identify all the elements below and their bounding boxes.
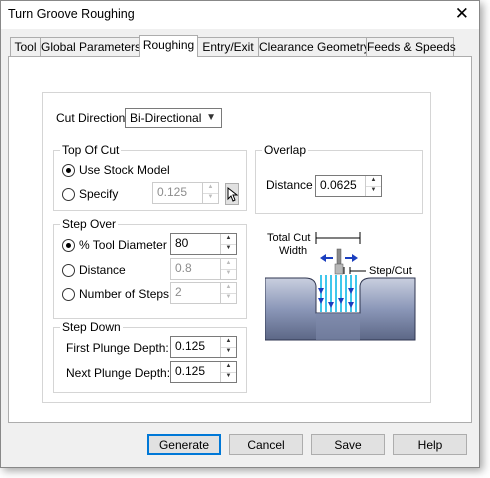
top-of-cut-title: Top Of Cut — [60, 143, 122, 157]
tool-diameter-field[interactable]: 80 ▲ ▼ — [170, 233, 237, 255]
save-button[interactable]: Save — [311, 434, 385, 455]
tab-feeds-speeds[interactable]: Feeds & Speeds — [366, 37, 456, 56]
spin-down-icon[interactable]: ▼ — [203, 193, 218, 203]
spin-down-icon[interactable]: ▼ — [221, 347, 236, 357]
first-plunge-value: 0.125 — [175, 339, 206, 353]
spin-down-icon[interactable]: ▼ — [221, 244, 236, 254]
first-plunge-label: First Plunge Depth: — [66, 341, 169, 355]
overlap-distance-value: 0.0625 — [320, 178, 357, 192]
generate-button[interactable]: Generate — [147, 434, 221, 455]
specify-label: Specify — [79, 187, 119, 201]
distance-label: Distance — [79, 263, 126, 277]
number-of-steps-radio[interactable] — [62, 288, 75, 301]
close-icon[interactable]: ✕ — [455, 4, 469, 24]
tab-entry-exit[interactable]: Entry/Exit — [197, 37, 259, 56]
overlap-title: Overlap — [262, 143, 309, 157]
first-plunge-field[interactable]: 0.125 ▲ ▼ — [170, 336, 237, 358]
distance-field[interactable]: 0.8 ▲ ▼ — [170, 258, 237, 280]
distance-value: 0.8 — [175, 261, 192, 275]
tab-roughing[interactable]: Roughing — [139, 35, 198, 57]
spin-down-icon[interactable]: ▼ — [221, 269, 236, 279]
dialog-window: Turn Groove Roughing ✕ Tool Global Param… — [0, 0, 480, 468]
distance-radio[interactable] — [62, 264, 75, 277]
use-stock-model-label: Use Stock Model — [79, 163, 170, 177]
step-down-group: Step Down First Plunge Depth: 0.125 ▲ ▼ … — [53, 320, 247, 393]
window-title: Turn Groove Roughing — [8, 7, 135, 21]
specify-radio[interactable] — [62, 188, 75, 201]
number-of-steps-field[interactable]: 2 ▲ ▼ — [170, 282, 237, 304]
specify-field[interactable]: 0.125 ▲ ▼ — [152, 182, 219, 204]
spin-down-icon[interactable]: ▼ — [366, 186, 381, 196]
next-plunge-field[interactable]: 0.125 ▲ ▼ — [170, 361, 237, 383]
tool-diameter-label: % Tool Diameter — [79, 238, 167, 252]
groove-illustration — [265, 232, 416, 341]
tool-diameter-value: 80 — [175, 236, 189, 250]
help-button[interactable]: Help — [393, 434, 467, 455]
cut-direction-value: Bi-Directional — [130, 111, 202, 125]
tab-global-parameters[interactable]: Global Parameters — [40, 37, 141, 56]
step-over-group: Step Over % Tool Diameter 80 ▲ ▼ Distanc… — [53, 217, 247, 319]
overlap-distance-field[interactable]: 0.0625 ▲ ▼ — [315, 175, 382, 197]
spin-down-icon[interactable]: ▼ — [221, 372, 236, 382]
tab-clearance-geometry[interactable]: Clearance Geometry — [258, 37, 370, 56]
title-bar: Turn Groove Roughing ✕ — [1, 1, 479, 29]
cut-direction-label: Cut Direction: — [56, 111, 129, 125]
number-of-steps-label: Number of Steps — [79, 287, 170, 301]
chevron-down-icon: ▼ — [206, 112, 216, 123]
overlap-distance-label: Distance — [266, 178, 313, 192]
groove-roughing-diagram: Total Cut Width Step/Cut — [265, 228, 417, 353]
pick-from-model-button[interactable] — [225, 183, 239, 205]
cut-direction-select[interactable]: Bi-Directional ▼ — [125, 108, 222, 128]
tool-diameter-radio[interactable] — [62, 239, 75, 252]
specify-value: 0.125 — [157, 185, 188, 199]
roughing-settings-frame: Cut Direction: Bi-Directional ▼ Top Of C… — [42, 92, 431, 403]
next-plunge-label: Next Plunge Depth: — [66, 366, 171, 380]
top-of-cut-group: Top Of Cut Use Stock Model Specify 0.125… — [53, 143, 247, 211]
tab-panel: Cut Direction: Bi-Directional ▼ Top Of C… — [8, 56, 472, 423]
tab-tool[interactable]: Tool — [10, 37, 41, 56]
spin-down-icon[interactable]: ▼ — [221, 293, 236, 303]
overlap-group: Overlap Distance 0.0625 ▲ ▼ — [255, 143, 423, 214]
number-of-steps-value: 2 — [175, 285, 182, 299]
use-stock-model-radio[interactable] — [62, 164, 75, 177]
step-down-title: Step Down — [60, 320, 123, 334]
next-plunge-value: 0.125 — [175, 364, 206, 378]
cancel-button[interactable]: Cancel — [229, 434, 303, 455]
cursor-arrow-icon — [227, 186, 239, 202]
step-over-title: Step Over — [60, 217, 119, 231]
